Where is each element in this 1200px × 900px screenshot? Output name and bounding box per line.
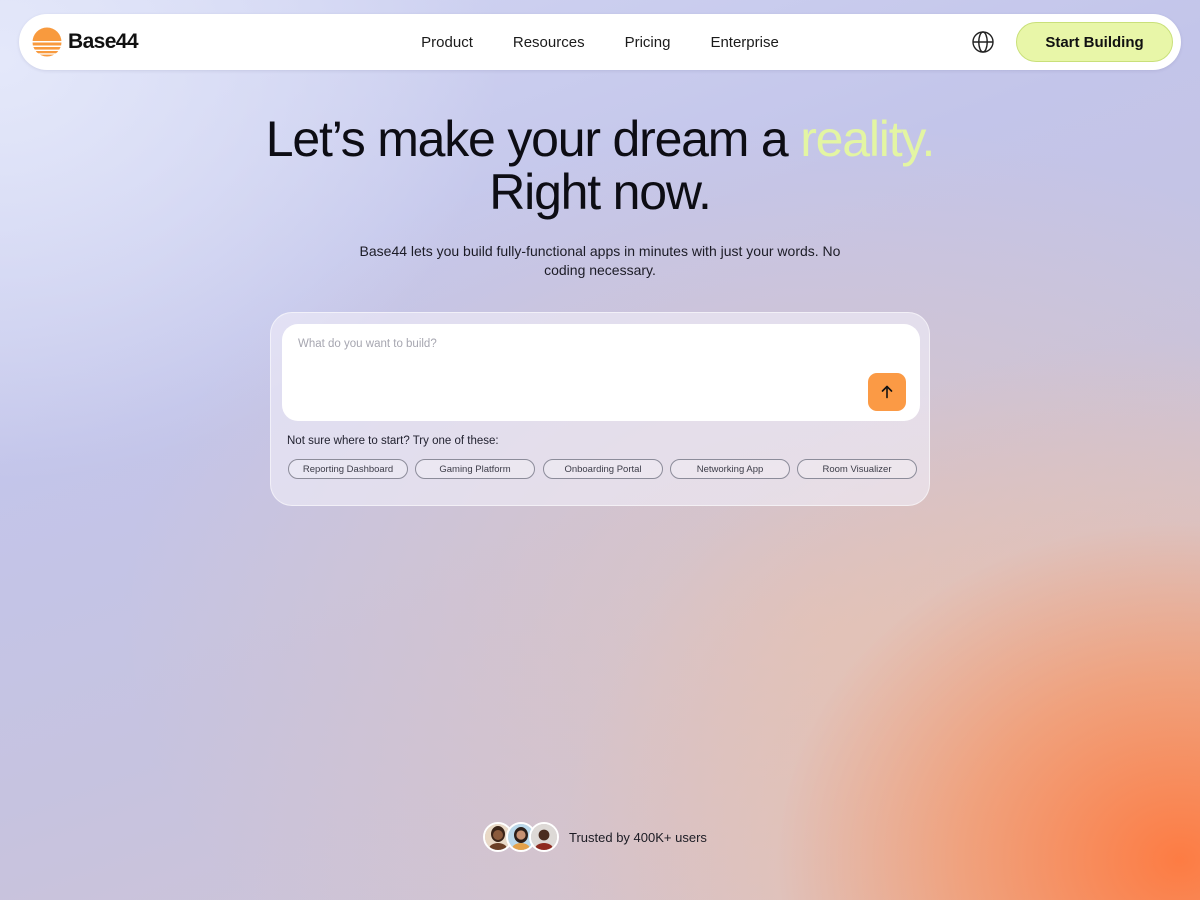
hero-title-line2: Right now. [489,164,712,220]
logo-link[interactable]: Base44 [32,27,139,57]
sunset-stripes-logo-icon [32,27,62,57]
nav-link-enterprise[interactable]: Enterprise [710,34,778,51]
brand-name: Base44 [68,30,139,53]
suggestion-chip-reporting-dashboard[interactable]: Reporting Dashboard [288,459,408,479]
main-nav: Product Resources Pricing Enterprise [19,14,1181,70]
prompt-box [282,324,920,421]
suggestions-hint: Not sure where to start? Try one of thes… [287,435,499,447]
nav-link-pricing[interactable]: Pricing [625,34,671,51]
prompt-input[interactable] [298,338,858,408]
start-building-button[interactable]: Start Building [1016,22,1173,62]
suggestion-chip-room-visualizer[interactable]: Room Visualizer [797,459,917,479]
trusted-badge: Trusted by 400K+ users [483,822,707,852]
avatar-stack [483,822,561,852]
send-button[interactable] [868,373,906,411]
globe-icon[interactable] [971,30,995,54]
hero-title-accent: reality. [800,111,935,167]
arrow-up-icon [881,385,893,399]
suggestion-chip-onboarding-portal[interactable]: Onboarding Portal [543,459,663,479]
prompt-card: Not sure where to start? Try one of thes… [270,312,930,506]
user-avatar-3-icon [531,824,557,850]
avatar [529,822,559,852]
hero-title: Let’s make your dream a reality. Right no… [0,113,1200,219]
trusted-text: Trusted by 400K+ users [569,829,707,845]
suggestion-chips: Reporting Dashboard Gaming Platform Onbo… [287,459,917,479]
hero-title-part1: Let’s make your dream a [265,111,801,167]
navbar: Base44 Product Resources Pricing Enterpr… [19,14,1181,70]
nav-link-product[interactable]: Product [421,34,473,51]
suggestion-chip-gaming-platform[interactable]: Gaming Platform [415,459,535,479]
hero-subtitle: Base44 lets you build fully-functional a… [359,243,841,278]
suggestion-chip-networking-app[interactable]: Networking App [670,459,790,479]
nav-link-resources[interactable]: Resources [513,34,585,51]
